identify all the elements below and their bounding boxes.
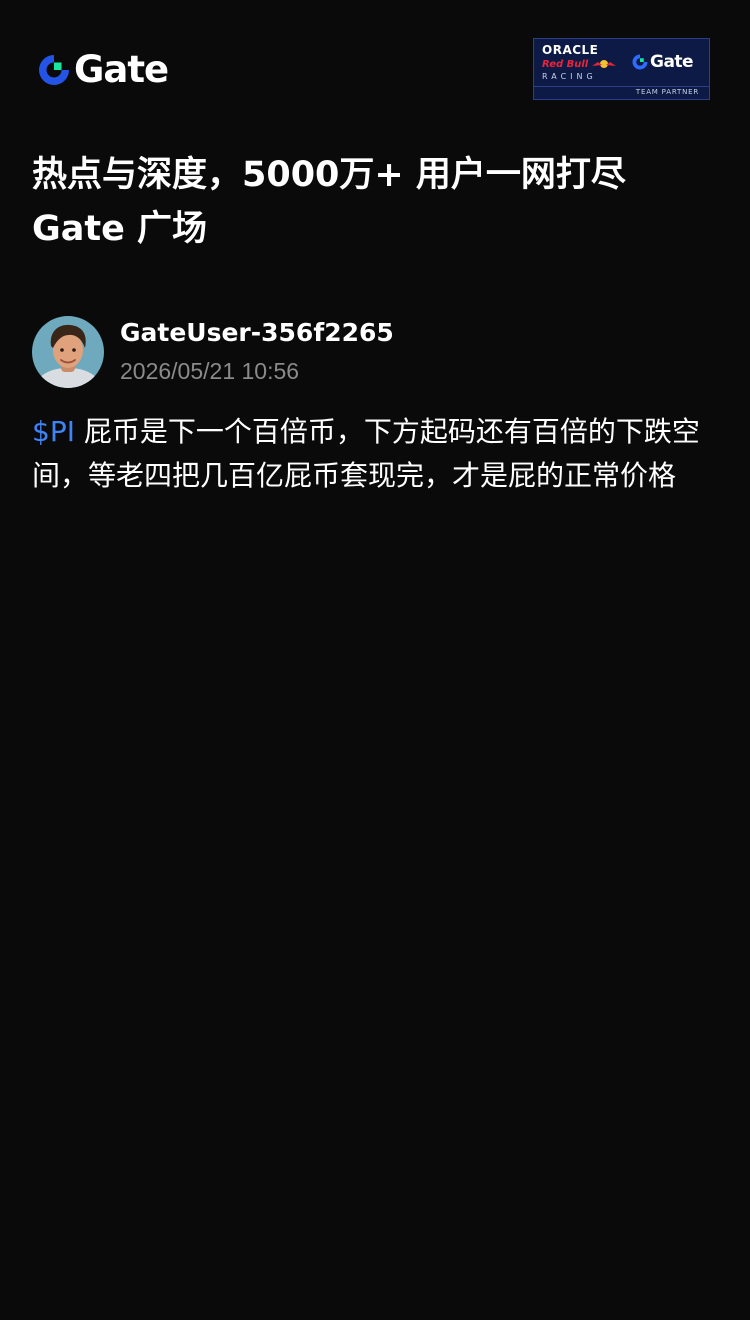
post-content: $PI 屁币是下一个百倍币，下方起码还有百倍的下跌空间，等老四把几百亿屁币套现完… bbox=[32, 410, 722, 498]
post-text: 屁币是下一个百倍币，下方起码还有百倍的下跌空间，等老四把几百亿屁币套现完，才是屁… bbox=[32, 415, 700, 492]
oracle-label: ORACLE bbox=[542, 43, 599, 57]
gate-logo[interactable]: Gate bbox=[36, 48, 169, 91]
gate-logo-icon bbox=[632, 54, 648, 70]
post-timestamp: 2026/05/21 10:56 bbox=[120, 358, 300, 384]
red-bull-row: Red Bull bbox=[542, 57, 622, 71]
headline-line-2: Gate 广场 bbox=[32, 209, 208, 249]
red-bull-icon bbox=[592, 60, 617, 68]
team-partner-label: TEAM PARTNER bbox=[635, 88, 699, 96]
app-header: Gate ORACLE Red Bull RACING Gate TEAM PA… bbox=[0, 0, 750, 140]
team-partner-badge: ORACLE Red Bull RACING Gate TEAM PARTNER bbox=[533, 38, 710, 100]
badge-divider bbox=[534, 86, 709, 87]
author-name[interactable]: GateUser-356f2265 bbox=[120, 316, 394, 350]
headline-line-1: 热点与深度，5000万+ 用户一网打尽 bbox=[32, 155, 626, 195]
partner-gate-text: Gate bbox=[650, 52, 694, 72]
avatar[interactable] bbox=[32, 316, 104, 388]
ticker-link[interactable]: $PI bbox=[32, 415, 75, 448]
oracle-redbull-racing-logo: ORACLE Red Bull RACING bbox=[542, 43, 622, 87]
red-bull-label: Red Bull bbox=[542, 58, 589, 70]
gate-logo-icon bbox=[36, 52, 72, 88]
partner-gate-logo: Gate bbox=[631, 52, 694, 72]
post-author: GateUser-356f2265 2026/05/21 10:56 bbox=[32, 316, 394, 388]
page-headline: 热点与深度，5000万+ 用户一网打尽 Gate 广场 bbox=[32, 148, 722, 256]
gate-logo-text: Gate bbox=[74, 48, 169, 91]
author-meta: GateUser-356f2265 2026/05/21 10:56 bbox=[120, 316, 394, 388]
racing-label: RACING bbox=[542, 72, 597, 81]
